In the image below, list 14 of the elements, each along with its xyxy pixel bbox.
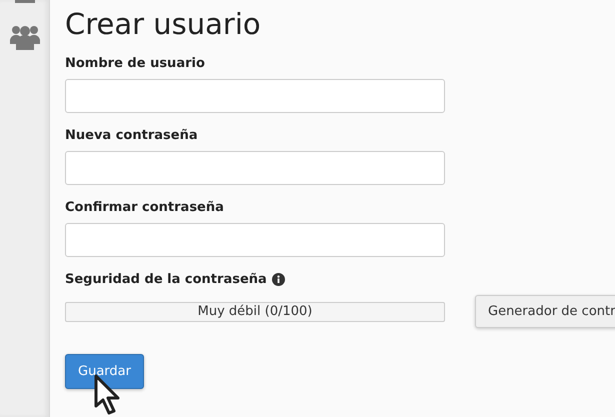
save-button[interactable]: Guardar [65, 354, 144, 389]
users-icon[interactable] [10, 24, 40, 50]
field-label: Nombre de usuario [65, 56, 206, 71]
input-field[interactable] [65, 79, 445, 113]
menu-icon[interactable] [14, 0, 34, 4]
page-title: Crear usuario [65, 6, 262, 42]
info-icon[interactable] [272, 273, 285, 286]
field-label: Nueva contraseña [65, 128, 199, 143]
generator-button[interactable]: Generador de contr [475, 295, 615, 328]
field-label: Seguridad de la contraseña [65, 272, 267, 287]
input-field[interactable] [65, 223, 445, 257]
field-label: Confirmar contraseña [65, 200, 225, 215]
input-field[interactable] [65, 151, 445, 185]
strength-reading: Muy débil (0/100) [198, 304, 312, 319]
